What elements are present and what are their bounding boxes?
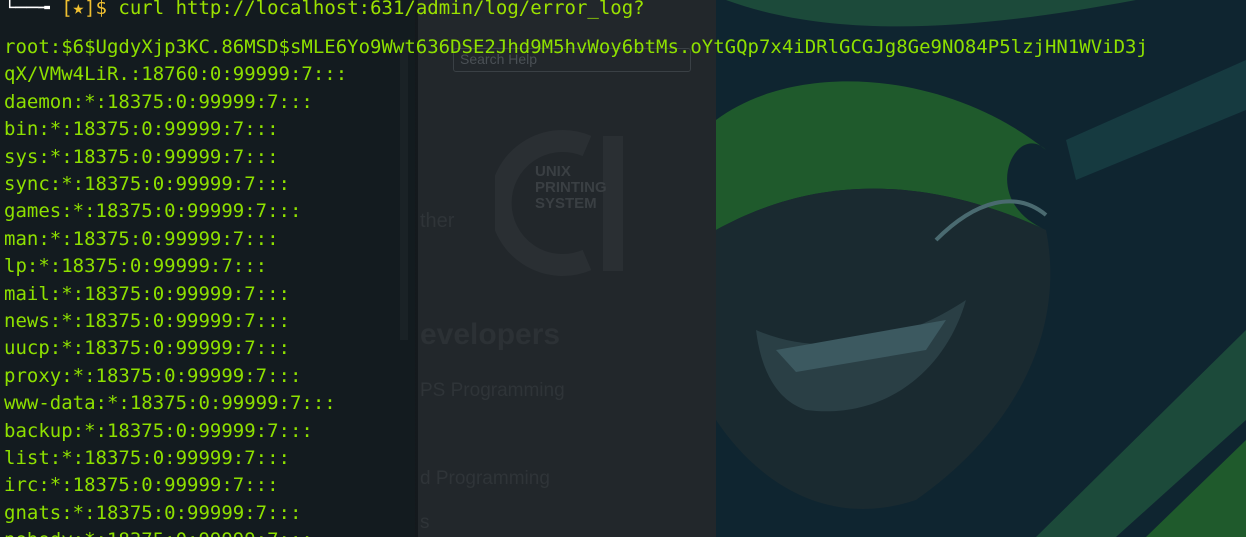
terminal-output-line: sync:*:18375:0:99999:7::: [4,173,290,195]
terminal-output-line: bin:*:18375:0:99999:7::: [4,118,279,141]
terminal-output-line: qX/VMw4LiR.:18760:0:99999:7::: [4,63,348,86]
terminal-output-line: lp:*:18375:0:99999:7::: [4,255,268,278]
terminal-output-line: www-data:*:18375:0:99999:7::: [4,392,336,415]
terminal-prompt-line: └──╼ [★]$ curl http://localhost:631/admi… [4,0,645,22]
terminal-output-line: daemon:*:18375:0:99999:7::: [4,90,313,113]
terminal-output-line: games:*:18375:0:99999:7::: [4,200,302,223]
prompt-corner-glyph: └──╼ [4,0,50,19]
terminal-output-line: sys:*:18375:0:99999:7::: [4,145,279,168]
terminal-output-line: gnats:*:18375:0:99999:7::: [4,501,302,524]
terminal-output-line: uucp:*:18375:0:99999:7::: [4,337,290,360]
terminal-output-line: proxy:*:18375:0:99999:7::: [4,364,302,387]
prompt-star: [★]$ [61,0,119,19]
desktop-background: Search Help UNIX PRINTING SYSTEM ther ev… [0,0,1246,537]
terminal-window[interactable]: └──╼ [★]$ curl http://localhost:631/admi… [0,0,1246,537]
terminal-output-line: list:*:18375:0:99999:7::: [4,447,290,469]
terminal-output-line: irc:*:18375:0:99999:7::: [4,474,279,497]
terminal-output-line: mail:*:18375:0:99999:7::: [4,282,290,305]
terminal-output-line: man:*:18375:0:99999:7::: [4,227,279,250]
terminal-output-line: nobody:*:18375:0:99999:7::: [4,527,313,537]
terminal-output-line: news:*:18375:0:99999:7::: [4,310,290,332]
terminal-command: curl http://localhost:631/admin/log/erro… [118,0,645,19]
terminal-output-line: backup:*:18375:0:99999:7::: [4,419,313,442]
terminal-output-line: root:$6$UgdyXjp3KC.86MSD$sMLE6Yo9Wwt636D… [4,36,1148,58]
